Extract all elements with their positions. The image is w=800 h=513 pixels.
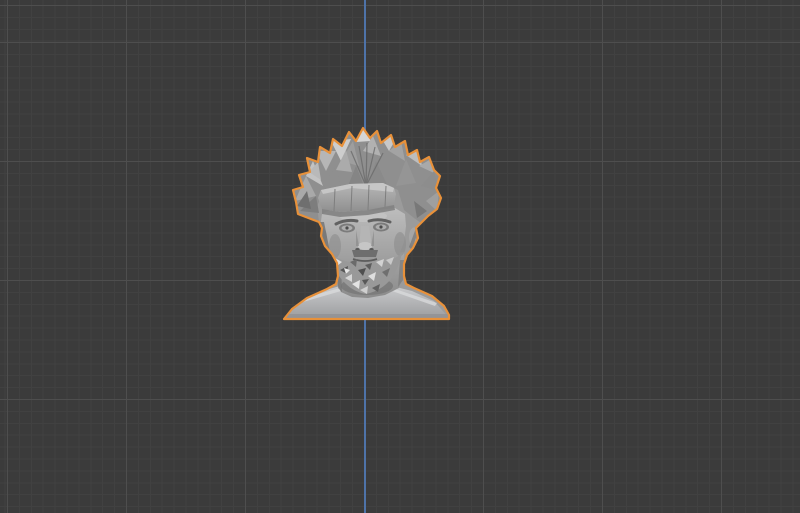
selected-head-model[interactable] [278,124,454,324]
head-bust-svg [282,126,451,321]
right-pupil [379,225,383,229]
3d-viewport[interactable] [0,0,800,513]
mustache [352,250,378,257]
left-pupil [345,226,349,230]
